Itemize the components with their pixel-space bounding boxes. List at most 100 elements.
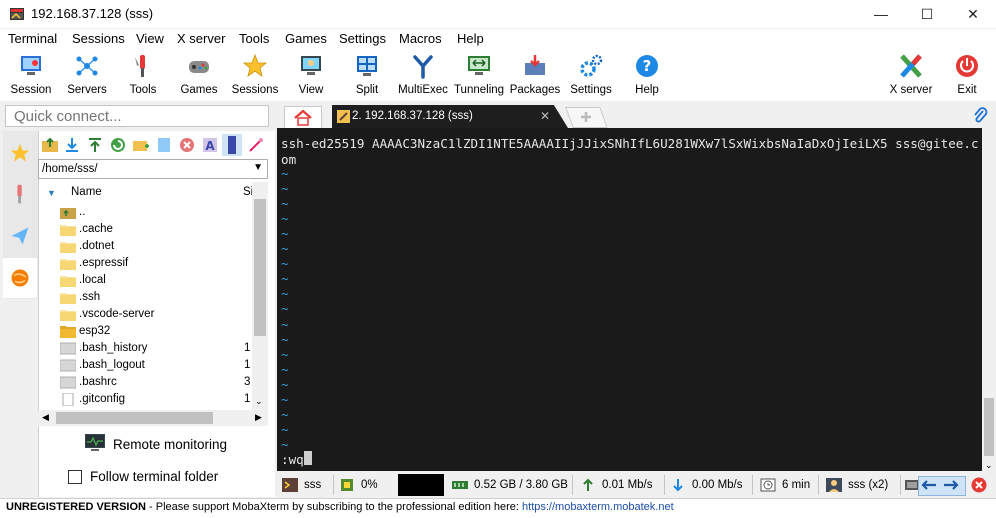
sftp-path-field[interactable]: /home/sss/ ▼ (38, 159, 268, 179)
new-folder-icon[interactable] (132, 136, 150, 154)
file-row[interactable]: .bash_logout 1 (57, 357, 252, 374)
file-row[interactable]: .ssh (57, 289, 252, 306)
help-button[interactable]: ? Help (619, 51, 675, 97)
vim-tilde-line: ~ (281, 301, 289, 317)
status-download: 0.00 Mb/s (670, 474, 743, 496)
file-row[interactable]: .vscode-server (57, 306, 252, 323)
chevron-down-icon[interactable]: ▼ (253, 162, 263, 173)
parent-folder-icon[interactable] (41, 136, 59, 154)
download-icon[interactable] (63, 136, 81, 154)
delete-icon[interactable] (178, 136, 196, 154)
tools-icon (17, 184, 22, 204)
star-icon (10, 143, 30, 162)
exit-icon (956, 55, 978, 77)
file-name: .espressif (79, 257, 129, 269)
tunneling-icon (468, 56, 490, 75)
vim-tilde-line: ~ (281, 436, 289, 452)
next-tab-arrow-icon[interactable] (942, 479, 960, 491)
refresh-icon[interactable] (109, 136, 127, 154)
file-row[interactable]: .bashrc 3 (57, 374, 252, 391)
document-icon (62, 393, 74, 406)
file-size: 1 (244, 393, 251, 405)
menu-games[interactable]: Games (285, 31, 327, 46)
paper-plane-icon (11, 227, 29, 245)
new-file-icon[interactable] (155, 136, 173, 154)
status-memory-value: 0.52 GB / 3.80 GB (474, 479, 568, 491)
scroll-right-arrow-icon[interactable]: ▶ (255, 412, 262, 423)
scroll-left-arrow-icon[interactable]: ◀ (42, 412, 49, 423)
menu-view[interactable]: View (136, 31, 164, 46)
sftp-horizontal-scroll-thumb[interactable] (56, 412, 213, 424)
remote-monitoring-label: Remote monitoring (113, 437, 228, 452)
close-session-icon[interactable] (971, 477, 987, 493)
status-session-name: sss (304, 479, 322, 491)
file-icon (60, 376, 76, 389)
settings-icon (580, 54, 603, 77)
tab-close-icon[interactable]: ✕ (540, 109, 550, 123)
file-row[interactable]: .cache (57, 221, 252, 238)
window-title: 192.168.37.128 (sss) (31, 6, 154, 21)
menu-settings[interactable]: Settings (339, 31, 386, 46)
scroll-down-arrow-icon[interactable]: ⌄ (255, 396, 263, 407)
terminal-area[interactable] (277, 128, 982, 471)
svg-text:A: A (205, 139, 215, 153)
scroll-down-arrow-icon[interactable]: ⌄ (985, 460, 993, 471)
file-row[interactable]: .gitconfig 1 (57, 391, 252, 408)
rail-macros-button[interactable] (3, 216, 37, 256)
vim-tilde-line: ~ (281, 271, 289, 287)
terminal-cursor (304, 451, 312, 465)
previous-tab-arrow-icon[interactable] (920, 479, 938, 491)
file-row[interactable]: .. (57, 204, 252, 221)
exit-label: Exit (957, 84, 977, 96)
menu-terminal[interactable]: Terminal (8, 31, 57, 46)
menu-x-server[interactable]: X server (177, 31, 225, 46)
games-icon (189, 61, 209, 73)
rail-sessions-button[interactable] (3, 133, 37, 173)
paperclip-icon[interactable] (972, 107, 988, 125)
rename-icon[interactable]: A (201, 136, 219, 154)
folder-icon (60, 259, 76, 270)
file-name: .bashrc (79, 376, 117, 388)
settings-wand-icon[interactable] (247, 136, 265, 154)
file-size: 1 (244, 359, 251, 371)
file-row[interactable]: .dotnet (57, 238, 252, 255)
remote-monitoring-button[interactable]: Remote monitoring (84, 433, 227, 456)
menu-help[interactable]: Help (457, 31, 484, 46)
status-uptime: 6 min (760, 474, 810, 496)
home-tab[interactable] (284, 106, 322, 129)
file-row[interactable]: .espressif (57, 255, 252, 272)
minimize-button[interactable]: — (858, 0, 904, 28)
maximize-button[interactable]: ☐ (904, 0, 950, 28)
svg-text:?: ? (643, 57, 652, 75)
terminal-follow-icon[interactable] (222, 134, 242, 156)
vim-tilde-line: ~ (281, 211, 289, 227)
rail-sftp-button[interactable] (3, 258, 37, 298)
file-name: .ssh (79, 291, 101, 303)
file-row[interactable]: .bash_history 1 (57, 340, 252, 357)
file-name: .vscode-server (79, 308, 155, 320)
folder-icon (60, 310, 76, 321)
rail-tools-button[interactable] (3, 174, 37, 214)
terminal-scroll-thumb[interactable] (984, 398, 994, 456)
exit-button[interactable]: Exit (939, 51, 995, 97)
follow-terminal-checkbox[interactable] (68, 470, 82, 484)
quick-connect-input[interactable] (6, 106, 272, 126)
tab-session-2-label: 2. 192.168.37.128 (sss) (352, 110, 473, 122)
monitor-pulse-icon (85, 434, 105, 451)
close-window-button[interactable]: ✕ (950, 0, 996, 28)
vim-tilde-line: ~ (281, 256, 289, 272)
upload-icon[interactable] (86, 136, 104, 154)
sftp-vertical-scroll-thumb[interactable] (254, 199, 266, 336)
status-cpu-value: 0% (361, 479, 378, 491)
folder-icon (60, 326, 76, 338)
user-icon (826, 478, 842, 492)
menu-tools[interactable]: Tools (239, 31, 269, 46)
file-row[interactable]: esp32 (57, 323, 252, 340)
menu-macros[interactable]: Macros (399, 31, 442, 46)
menu-sessions[interactable]: Sessions (72, 31, 125, 46)
mobaxterm-link[interactable]: https://mobaxterm.mobatek.net (522, 501, 674, 513)
mobaxterm-app-icon (10, 8, 24, 20)
file-row[interactable]: .local (57, 272, 252, 289)
cpu-chip-icon (341, 479, 353, 491)
column-header-name[interactable]: Name (71, 186, 102, 198)
